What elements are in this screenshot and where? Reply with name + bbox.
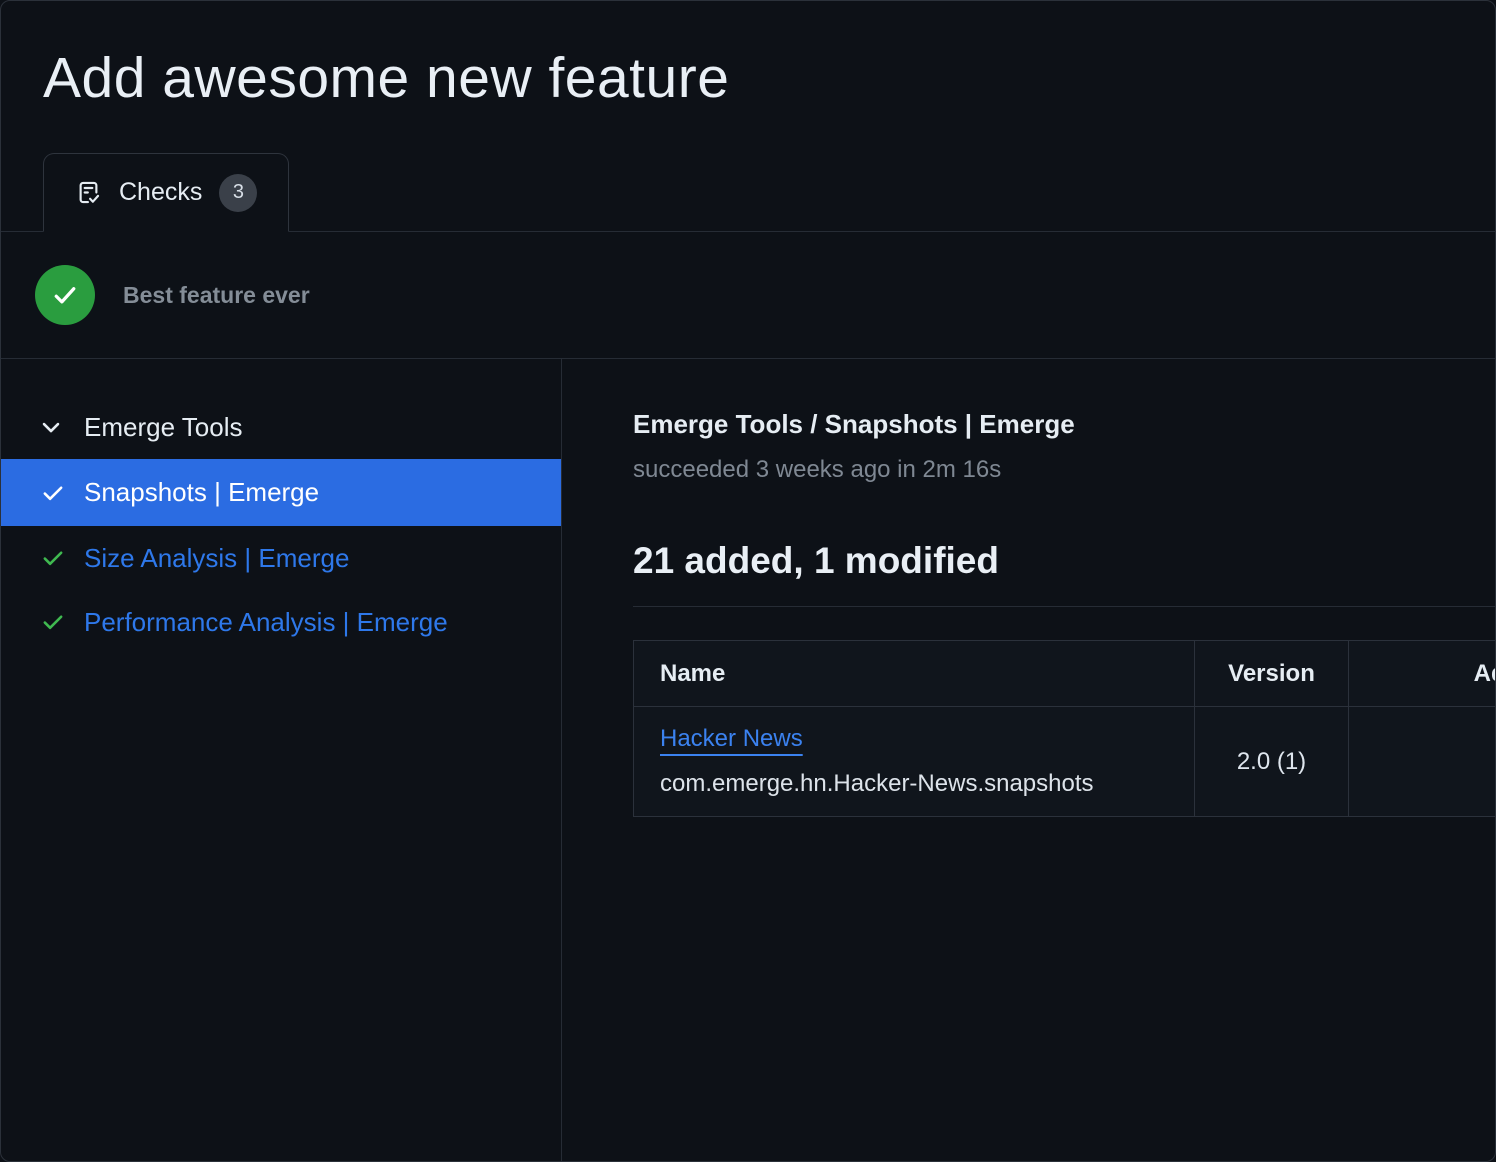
page-title: Add awesome new feature (43, 45, 1453, 111)
app-name-link[interactable]: Hacker News (660, 725, 803, 752)
table-header-row: Name Version Added (634, 641, 1496, 707)
pull-request-checks-panel: Add awesome new feature Checks 3 Best fe… (0, 0, 1496, 1162)
snapshots-table: Name Version Added Hacker News com.emerg… (633, 640, 1495, 817)
sidebar-item-label: Size Analysis | Emerge (84, 543, 349, 574)
sidebar-item-label: Snapshots | Emerge (84, 477, 319, 508)
tab-checks[interactable]: Checks 3 (43, 153, 289, 232)
sidebar-group-label: Emerge Tools (84, 412, 243, 443)
sidebar-group-emerge-tools[interactable]: Emerge Tools (1, 395, 561, 459)
run-summary: 21 added, 1 modified (633, 540, 1495, 582)
divider (633, 606, 1495, 607)
sidebar-item-label: Performance Analysis | Emerge (84, 607, 448, 638)
body: Emerge Tools Snapshots | Emerge Size Ana… (1, 359, 1495, 1161)
tab-checks-label: Checks (119, 178, 202, 207)
run-breadcrumb: Emerge Tools / Snapshots | Emerge (633, 409, 1495, 440)
checks-sidebar: Emerge Tools Snapshots | Emerge Size Ana… (1, 359, 562, 1161)
column-header-name: Name (634, 641, 1195, 707)
check-icon (39, 608, 67, 636)
check-run-panel: Emerge Tools / Snapshots | Emerge succee… (562, 359, 1495, 1161)
check-banner: Best feature ever (1, 232, 1495, 359)
header: Add awesome new feature (1, 1, 1495, 111)
version-cell: 2.0 (1) (1195, 707, 1349, 817)
added-cell: 21 (1349, 707, 1496, 817)
sidebar-item-size-analysis[interactable]: Size Analysis | Emerge (1, 526, 561, 590)
app-name-cell: Hacker News com.emerge.hn.Hacker-News.sn… (634, 707, 1195, 817)
chevron-down-icon (37, 413, 65, 441)
check-icon (39, 479, 67, 507)
sidebar-item-snapshots[interactable]: Snapshots | Emerge (1, 459, 561, 526)
check-icon (39, 544, 67, 572)
tab-bar: Checks 3 (1, 153, 1495, 232)
bundle-id: com.emerge.hn.Hacker-News.snapshots (660, 770, 1184, 798)
column-header-version: Version (1195, 641, 1349, 707)
column-header-added: Added (1349, 641, 1496, 707)
tab-checks-count-badge: 3 (219, 174, 257, 212)
success-check-icon (35, 265, 95, 325)
table-row: Hacker News com.emerge.hn.Hacker-News.sn… (634, 707, 1496, 817)
run-status: succeeded 3 weeks ago in 2m 16s (633, 456, 1495, 484)
sidebar-item-performance-analysis[interactable]: Performance Analysis | Emerge (1, 590, 561, 654)
check-banner-text: Best feature ever (123, 282, 310, 309)
checklist-icon (75, 179, 102, 206)
